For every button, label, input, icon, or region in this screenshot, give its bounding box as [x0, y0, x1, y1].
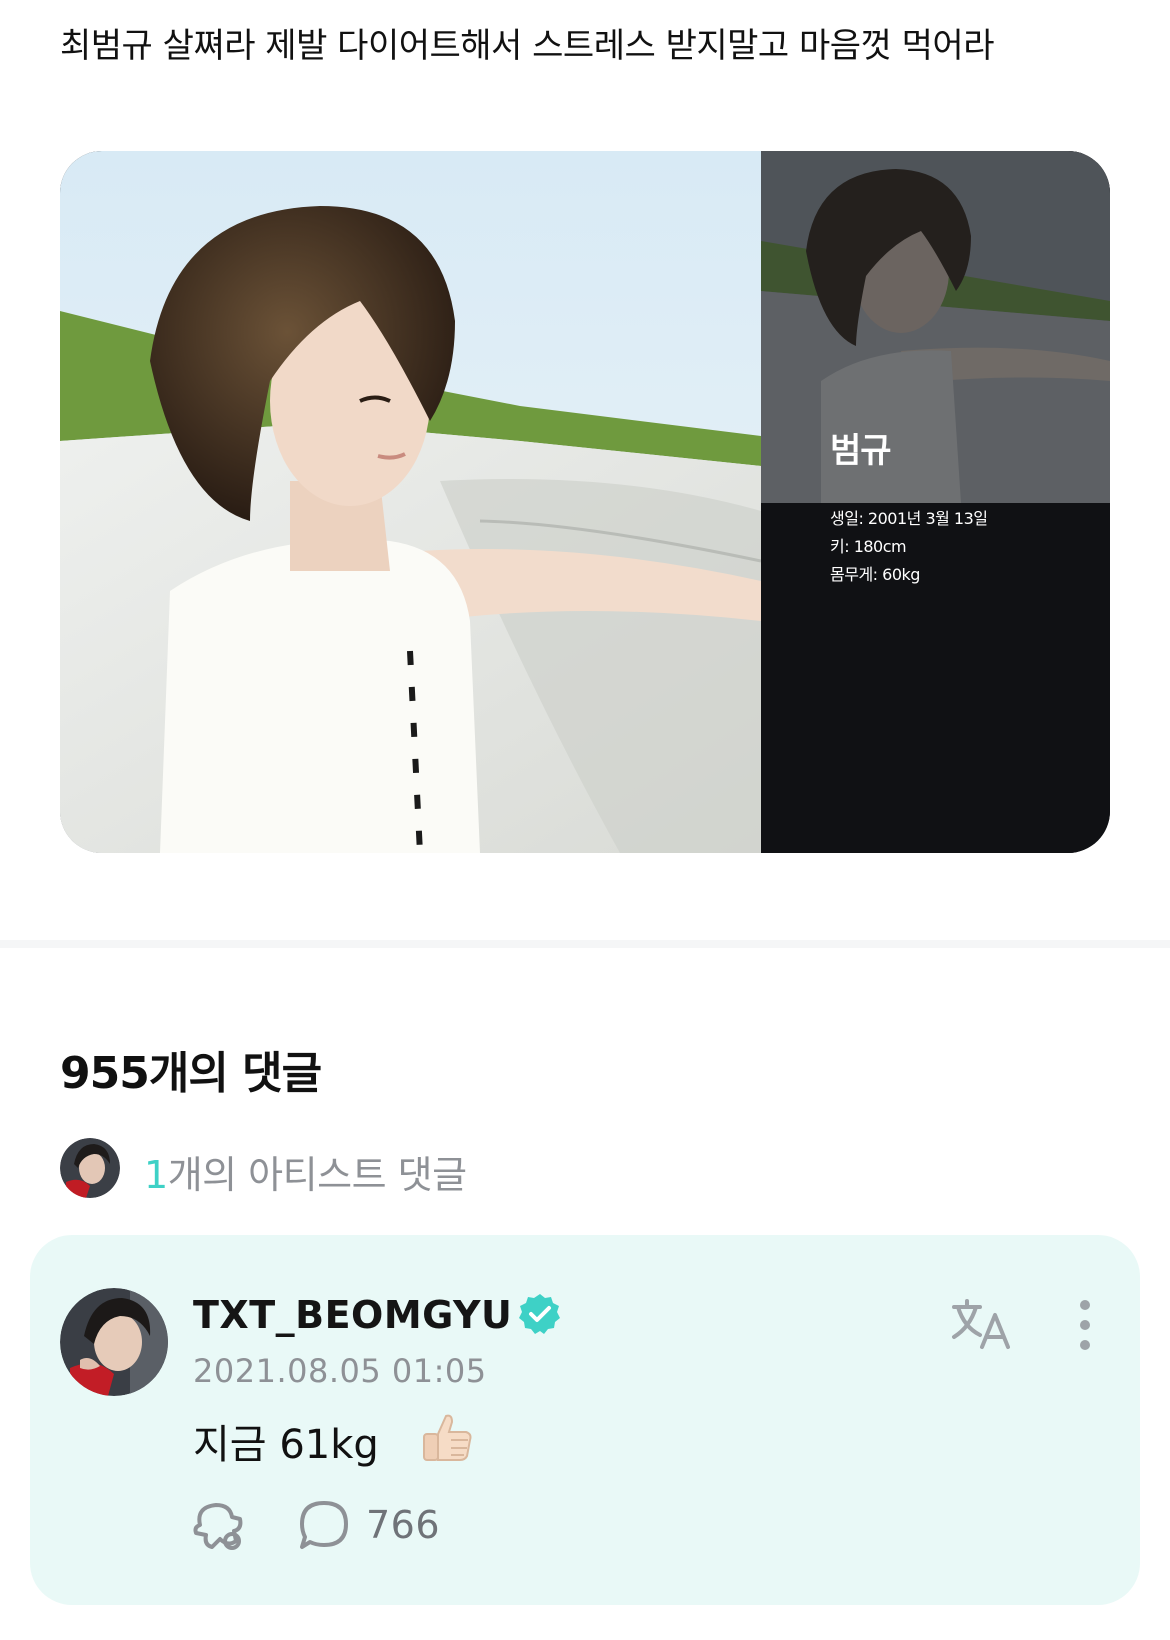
thumbs-up-emoji [423, 1414, 472, 1461]
comment-date: 2021.08.05 01:05 [193, 1352, 487, 1390]
like-icon[interactable] [190, 1497, 246, 1553]
reply-count[interactable]: 766 [366, 1503, 440, 1547]
comment-body: 지금 61kg [193, 1422, 379, 1468]
comment-card: TXT_BEOMGYU 2021.08.05 01:05 지금 61kg 766 [30, 1235, 1140, 1605]
artist-avatar [60, 1138, 120, 1198]
profile-height: 키: 180cm [830, 537, 907, 556]
post-image[interactable]: 범규 생일: 2001년 3월 13일 키: 180cm 몸무게: 60kg [60, 151, 1110, 853]
post-text: 최범규 살쪄라 제발 다이어트해서 스트레스 받지말고 마음껏 먹어라 [60, 26, 995, 66]
section-divider [0, 940, 1170, 948]
profile-birth: 생일: 2001년 3월 13일 [830, 509, 988, 528]
post-page: 최범규 살쪄라 제발 다이어트해서 스트레스 받지말고 마음껏 먹어라 범규 생… [0, 0, 1170, 1640]
artist-count-number: 1 [144, 1153, 168, 1197]
artist-comment-count: 1개의 아티스트 댓글 [144, 1144, 467, 1199]
artist-comments-link[interactable]: 1개의 아티스트 댓글 [60, 1138, 660, 1198]
photo-main [60, 151, 761, 853]
profile-weight: 몸무게: 60kg [830, 565, 920, 584]
comment-avatar[interactable] [60, 1288, 168, 1396]
more-icon[interactable] [1075, 1297, 1095, 1353]
reply-icon[interactable] [296, 1497, 352, 1553]
translate-icon[interactable] [950, 1297, 1012, 1351]
profile-info: 범규 생일: 2001년 3월 13일 키: 180cm 몸무게: 60kg [761, 151, 1110, 853]
comments-heading: 955개의 댓글 [60, 1048, 322, 1099]
artist-count-label: 개의 아티스트 댓글 [167, 1153, 467, 1197]
comment-author[interactable]: TXT_BEOMGYU [193, 1293, 512, 1337]
profile-name: 범규 [830, 431, 892, 471]
verified-icon [519, 1294, 560, 1334]
